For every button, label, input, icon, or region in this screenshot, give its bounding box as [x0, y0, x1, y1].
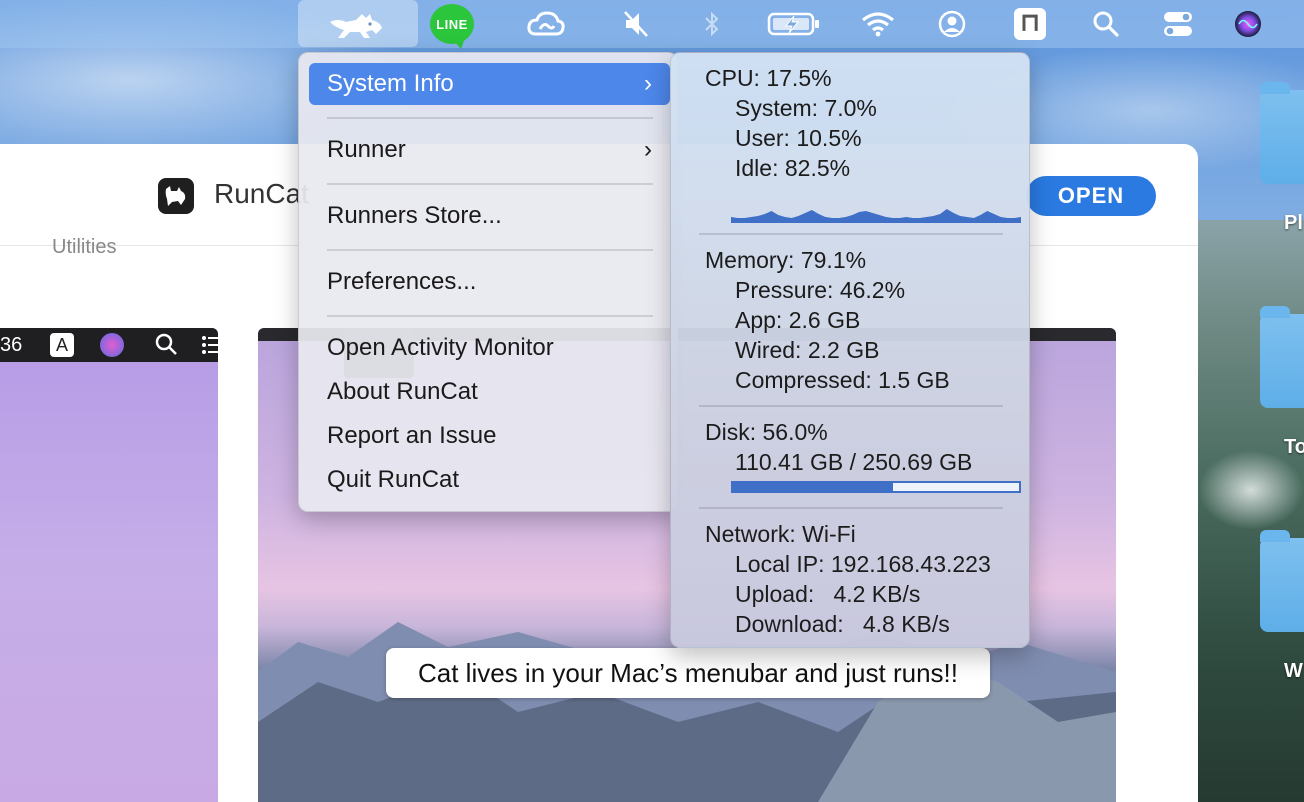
app-name: RunCat	[214, 178, 309, 209]
menu-item-system-info[interactable]: System Info ›	[309, 63, 670, 105]
memory-wired: Wired: 2.2 GB	[735, 337, 880, 363]
siri-icon[interactable]	[1220, 0, 1276, 48]
search-icon	[154, 332, 178, 362]
bluetooth-icon[interactable]	[684, 0, 740, 48]
cpu-history-graph	[731, 209, 1021, 223]
menu-item-about[interactable]: About RunCat	[309, 371, 670, 413]
cpu-idle: Idle: 82.5%	[735, 155, 851, 181]
runcat-menu: System Info › Runner › Runners Store... …	[298, 52, 678, 512]
cpu-user: User: 10.5%	[735, 125, 862, 151]
cpu-system: System: 7.0%	[735, 95, 877, 121]
screenshot-menubar: 36 A	[0, 328, 218, 362]
screenshot-caption: Cat lives in your Mac’s menubar and just…	[386, 648, 990, 698]
network-local-ip: Local IP: 192.168.43.223	[735, 551, 991, 577]
line-menubar-icon[interactable]: LINE	[424, 0, 480, 49]
menu-separator	[327, 249, 653, 251]
disk-usage-fill	[733, 483, 894, 491]
desktop-folder-label: W	[1284, 660, 1303, 682]
menubar: LINE ⊓	[0, 0, 1304, 49]
network-type: Network: Wi-Fi	[705, 521, 856, 547]
desktop-folder-label: To	[1284, 436, 1304, 458]
screenshot-clock: 36	[0, 334, 23, 356]
desktop-folder[interactable]	[1260, 82, 1304, 184]
line-icon: LINE	[430, 4, 474, 49]
disk-usage: Disk: 56.0%	[705, 419, 828, 445]
memory-usage: Memory: 79.1%	[705, 247, 867, 273]
menu-item-runners-store[interactable]: Runners Store...	[309, 195, 670, 237]
submenu-separator	[699, 233, 1003, 235]
desktop-folder[interactable]	[1260, 306, 1304, 408]
memory-app: App: 2.6 GB	[735, 307, 861, 333]
app-category[interactable]: Utilities	[52, 236, 116, 259]
menu-item-preferences[interactable]: Preferences...	[309, 261, 670, 303]
menu-item-runner[interactable]: Runner ›	[309, 129, 670, 171]
network-download: Download: 4.8 KB/s	[735, 611, 950, 637]
menu-item-report-issue[interactable]: Report an Issue	[309, 415, 670, 457]
user-account-icon[interactable]	[924, 0, 980, 48]
runcat-app-icon	[158, 178, 194, 214]
disk-capacity: 110.41 GB / 250.69 GB	[735, 449, 973, 475]
submenu-separator	[699, 405, 1003, 407]
screenshot-thumbnail[interactable]: 36 A	[0, 328, 218, 802]
menu-item-quit[interactable]: Quit RunCat	[309, 459, 670, 501]
menu-item-label: System Info	[327, 70, 454, 97]
creative-cloud-icon[interactable]	[518, 0, 574, 48]
menu-separator	[327, 315, 653, 317]
open-button[interactable]: OPEN	[1026, 176, 1156, 216]
menu-separator	[327, 183, 653, 185]
control-center-icon[interactable]	[1150, 0, 1206, 48]
spotlight-search-icon[interactable]	[1078, 0, 1134, 48]
menu-item-open-activity-monitor[interactable]: Open Activity Monitor	[309, 327, 670, 369]
wifi-icon[interactable]	[850, 0, 906, 48]
running-cat-icon	[330, 13, 382, 38]
submenu-separator	[699, 507, 1003, 509]
runcat-menubar-icon[interactable]	[298, 0, 418, 47]
system-info-submenu: CPU: 17.5% System: 7.0% User: 10.5% Idle…	[670, 52, 1030, 648]
cpu-usage: CPU: 17.5%	[705, 65, 832, 91]
desktop-folder[interactable]	[1260, 530, 1304, 632]
cpu-history-area	[731, 209, 1021, 223]
siri-icon	[100, 333, 124, 357]
desktop-folder-label: Pl	[1284, 212, 1303, 234]
memory-compressed: Compressed: 1.5 GB	[735, 367, 950, 393]
memory-pressure: Pressure: 46.2%	[735, 277, 906, 303]
volume-muted-icon[interactable]	[608, 0, 664, 48]
menu-item-label: Runner	[327, 136, 406, 163]
chevron-right-icon: ›	[644, 136, 652, 163]
bracket-app-icon[interactable]: ⊓	[1002, 0, 1058, 48]
battery-charging-icon[interactable]	[766, 0, 822, 48]
disk-usage-bar	[731, 481, 1021, 493]
network-upload: Upload: 4.2 KB/s	[735, 581, 921, 607]
menu-separator	[327, 117, 653, 119]
input-source-icon: A	[50, 333, 74, 357]
wallpaper-mist	[1198, 450, 1304, 530]
chevron-right-icon: ›	[644, 70, 652, 97]
list-icon	[202, 334, 218, 362]
